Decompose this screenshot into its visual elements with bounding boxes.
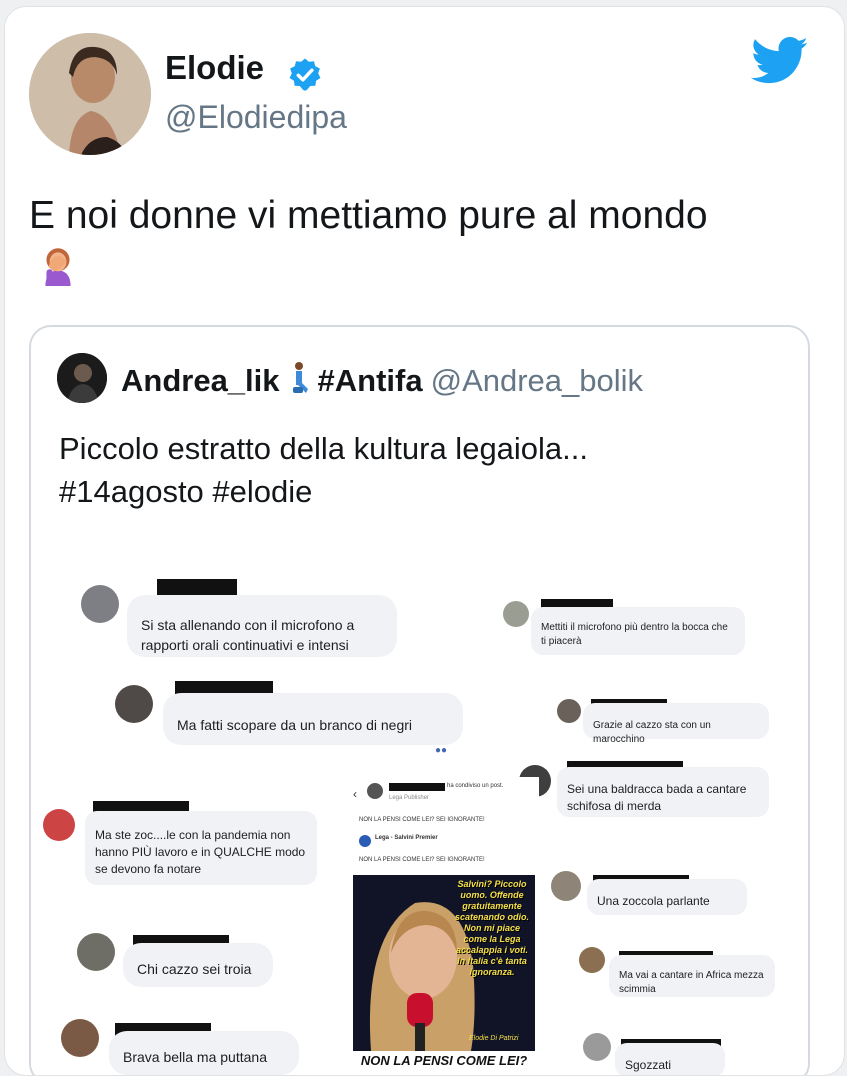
comment-bubble: Sgozzati [615,1043,725,1075]
commenter-avatar [583,1033,611,1061]
commenter-avatar [81,585,119,623]
comment-text: Sei una baldracca bada a cantare schifos… [567,782,747,813]
comment-text: Ma vai a cantare in Africa mezza scimmia [619,970,764,995]
commenter-avatar [77,933,115,971]
overlay-quote: Salvini? Piccolo uomo. Offende gratuitam… [454,879,529,977]
redacted-name [157,579,237,596]
twitter-bird-icon[interactable] [751,37,809,85]
commenter-avatar [43,809,75,841]
commenter-avatar [557,699,581,723]
quoted-handle: @Andrea_bolik [430,363,644,398]
comment-bubble: Mettiti il microfono più dentro la bocca… [531,607,745,655]
poster-avatar [367,783,383,799]
comment-bubble: Brava bella ma puttana [109,1031,299,1075]
quoted-tweet[interactable]: Andrea_lik #Antifa @Andrea_bolik Piccolo … [29,325,810,1075]
comment-text: Una zoccola parlante [597,894,710,908]
comment-text: Grazie al cazzo sta con un marocchino [593,720,711,745]
comment-text: Ma ste zoc....le con la pandemia non han… [95,828,306,876]
tweet-body: E noi donne vi mettiamo pure al mondo [29,194,708,237]
shared-label: ha condiviso un post. [447,783,504,789]
comment-bubble: Sei una baldracca bada a cantare schifos… [557,767,769,817]
commenter-avatar [115,685,153,723]
comment-bubble: Si sta allenando con il microfono a rapp… [127,595,397,657]
publisher-name: Lega Publisher [389,795,430,801]
person-kneeling-emoji [292,362,308,393]
post-question: NON LA PENSI COME LEI? SEI IGNORANTE! [359,857,485,863]
comment-text: Mettiti il microfono più dentro la bocca… [541,622,728,647]
verified-badge-icon [289,58,321,91]
tweet-card: Elodie @Elodiedipa E noi donne vi mettia… [4,6,845,1076]
commenter-avatar [503,601,529,627]
quoted-author[interactable]: Andrea_lik #Antifa @Andrea_bolik [121,361,643,399]
comment-bubble: Chi cazzo sei troia [123,943,273,987]
comment-text: Sgozzati [625,1058,672,1072]
post-caption: NON LA PENSI COME LEI? [360,1053,528,1068]
comment-text: Chi cazzo sei troia [137,961,252,977]
avatar[interactable] [29,33,151,155]
quoted-display-name: Andrea_lik [121,363,280,398]
comment-bubble: Ma vai a cantare in Africa mezza scimmia [609,955,775,997]
back-arrow-icon: ‹ [353,787,357,801]
comment-text: Ma fatti scopare da un branco di negri [177,717,413,733]
quoted-avatar[interactable] [57,353,107,403]
attached-image[interactable]: Si sta allenando con il microfono a rapp… [31,553,808,1075]
commenter-avatar [61,1019,99,1057]
user-handle[interactable]: @Elodiedipa [165,99,347,136]
reaction-icon: ●● [435,745,448,756]
page-avatar [359,835,371,847]
redacted-name [389,783,445,791]
quoted-text-line-2: #14agosto #elodie [59,474,313,509]
comment-text: Brava bella ma puttana [123,1049,267,1065]
quoted-text-line-1: Piccolo estratto della kultura legaiola.… [59,431,589,466]
display-name[interactable]: Elodie [165,49,264,87]
page-name: Lega - Salvini Premier [375,835,438,841]
commenter-avatar [551,871,581,901]
comment-bubble: Una zoccola parlante [587,879,747,915]
commenter-avatar [579,947,605,973]
comment-bubble: Ma ste zoc....le con la pandemia non han… [85,811,317,885]
quoted-tag: #Antifa [317,363,423,398]
post-question: NON LA PENSI COME LEI? SEI IGNORANTE! [359,817,485,823]
shared-post-screenshot: ‹ ha condiviso un post. Lega Publisher N… [349,777,539,1075]
woman-facepalming-emoji [45,248,71,286]
comment-bubble: Grazie al cazzo sta con un marocchino [583,703,769,745]
signature: Elodie Di Patrizi [469,1035,519,1042]
comment-bubble: Ma fatti scopare da un branco di negri [163,693,463,745]
comment-text: Si sta allenando con il microfono a rapp… [141,617,355,653]
quoted-text: Piccolo estratto della kultura legaiola.… [59,427,779,513]
singer-photo: Salvini? Piccolo uomo. Offende gratuitam… [353,875,535,1051]
tweet-text: E noi donne vi mettiamo pure al mondo [29,190,729,294]
